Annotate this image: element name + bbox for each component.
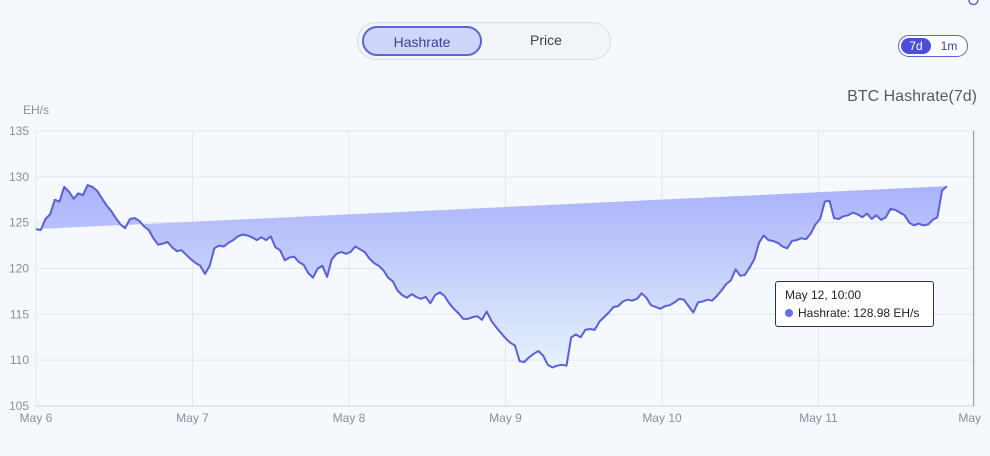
y-tick-label: 115 [10, 307, 29, 321]
y-tick-label: 120 [9, 262, 29, 276]
hover-point [968, 0, 979, 6]
tooltip-series-dot [785, 309, 793, 317]
x-tick-label: May [958, 411, 981, 425]
x-tick-label: May 9 [489, 411, 522, 425]
area-layer [35, 0, 979, 406]
y-tick-label: 130 [9, 170, 29, 184]
hashrate-area [36, 185, 947, 368]
tooltip-series-label: Hashrate: [798, 306, 851, 320]
x-tick-label: May 7 [176, 411, 209, 425]
y-tick-label: 125 [9, 216, 29, 230]
tooltip: May 12, 10:00 Hashrate: 128.98 EH/s [775, 281, 934, 327]
x-tick-label: May 10 [642, 411, 682, 425]
y-tick-label: 135 [9, 124, 29, 138]
y-tick-label: 110 [10, 353, 29, 367]
tooltip-value: 128.98 EH/s [853, 306, 920, 320]
tooltip-date: May 12, 10:00 [785, 288, 862, 302]
x-tick-label: May 8 [333, 411, 366, 425]
hashrate-chart[interactable]: 105110115120125130135May 6 May 7 May 8 May … [0, 0, 990, 456]
x-tick-label: May 6 [20, 411, 53, 425]
x-tick-label: May 11 [799, 411, 838, 425]
